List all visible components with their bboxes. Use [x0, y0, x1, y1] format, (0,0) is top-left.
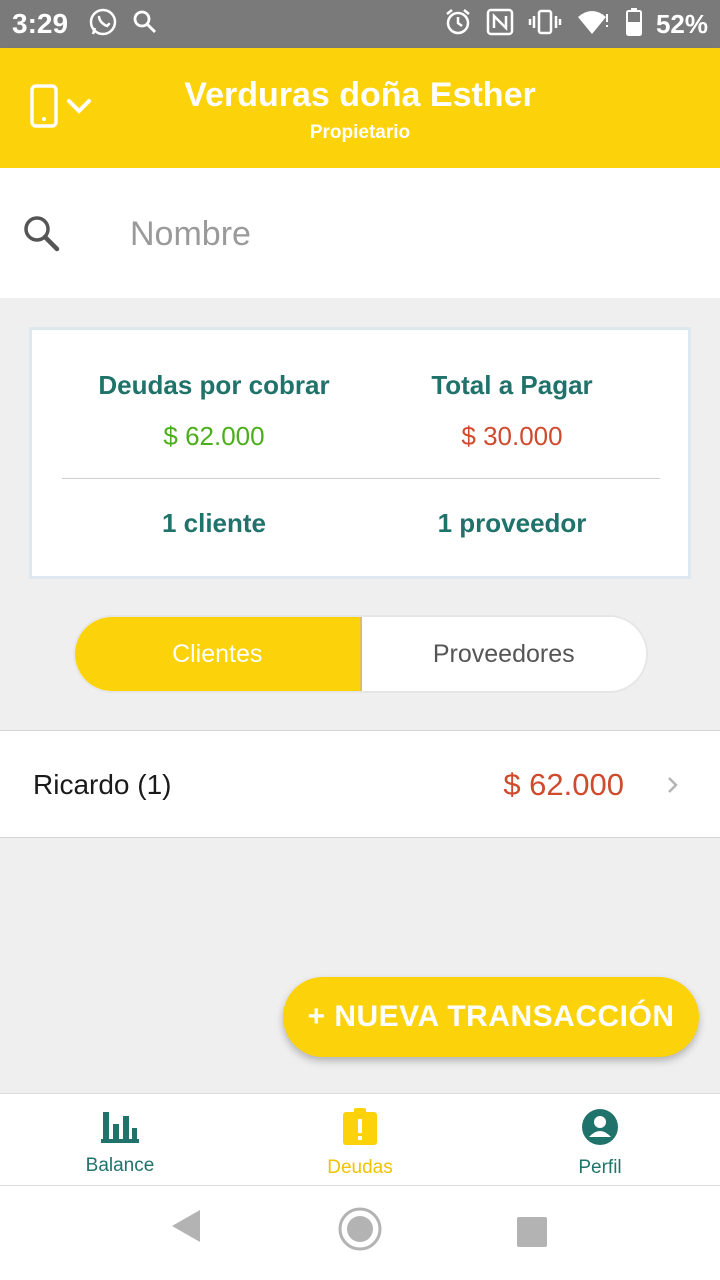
payable-label: Total a Pagar — [431, 370, 593, 400]
system-navigation-bar — [0, 1186, 720, 1280]
client-name: Ricardo (1) — [33, 769, 172, 800]
battery-percent: 52% — [655, 8, 708, 39]
tab-providers[interactable]: Proveedores — [361, 617, 646, 691]
receivable-summary: Deudas por cobrar $ 62.000 — [64, 370, 364, 452]
back-icon[interactable] — [170, 1208, 202, 1249]
home-icon[interactable] — [337, 1206, 383, 1257]
wifi-icon — [576, 8, 612, 41]
tab-clients[interactable]: Clientes — [75, 617, 362, 691]
clients-providers-toggle: Clientes Proveedores — [73, 615, 648, 693]
business-title: Verduras doña Esther — [184, 76, 536, 114]
vibrate-icon — [528, 8, 562, 41]
search-bar — [0, 168, 720, 298]
search-icon — [22, 214, 60, 257]
payable-summary: Total a Pagar $ 30.000 — [362, 370, 662, 452]
list-item[interactable]: Ricardo (1) $ 62.000 — [0, 730, 720, 838]
clipboard-alert-icon — [342, 1108, 378, 1151]
status-time: 3:29 — [12, 8, 69, 39]
chevron-right-icon — [666, 775, 680, 800]
role-subtitle: Propietario — [309, 122, 411, 143]
receivable-amount: $ 62.000 — [163, 421, 265, 451]
nav-balance[interactable]: Balance — [0, 1094, 240, 1185]
summary-divider — [62, 478, 660, 479]
nav-balance-label: Balance — [85, 1155, 155, 1176]
nav-debts[interactable]: Deudas — [240, 1094, 480, 1185]
nfc-icon — [486, 8, 514, 41]
status-bar: 3:29 52% — [0, 0, 720, 48]
client-debt-amount: $ 62.000 — [503, 767, 624, 802]
bar-chart-icon — [101, 1108, 139, 1149]
search-input[interactable] — [130, 206, 690, 262]
clients-count: 1 cliente — [161, 508, 267, 538]
whatsapp-icon — [88, 7, 118, 42]
payable-amount: $ 30.000 — [461, 421, 563, 451]
nav-debts-label: Deudas — [327, 1157, 393, 1178]
debt-summary-card: Deudas por cobrar $ 62.000 Total a Pagar… — [29, 327, 691, 579]
new-transaction-button[interactable]: + NUEVA TRANSACCIÓN — [283, 977, 699, 1057]
alarm-icon — [444, 8, 472, 41]
bottom-navigation: Balance Deudas Perfil — [0, 1093, 720, 1186]
receivable-label: Deudas por cobrar — [98, 370, 330, 400]
search-icon — [132, 9, 158, 40]
nav-profile[interactable]: Perfil — [480, 1094, 720, 1185]
nav-profile-label: Perfil — [578, 1157, 622, 1178]
recents-icon[interactable] — [516, 1216, 548, 1253]
battery-icon — [625, 7, 642, 41]
account-circle-icon — [581, 1108, 619, 1151]
providers-count: 1 proveedor — [437, 508, 587, 538]
app-header: Verduras doña Esther Propietario — [0, 48, 720, 168]
